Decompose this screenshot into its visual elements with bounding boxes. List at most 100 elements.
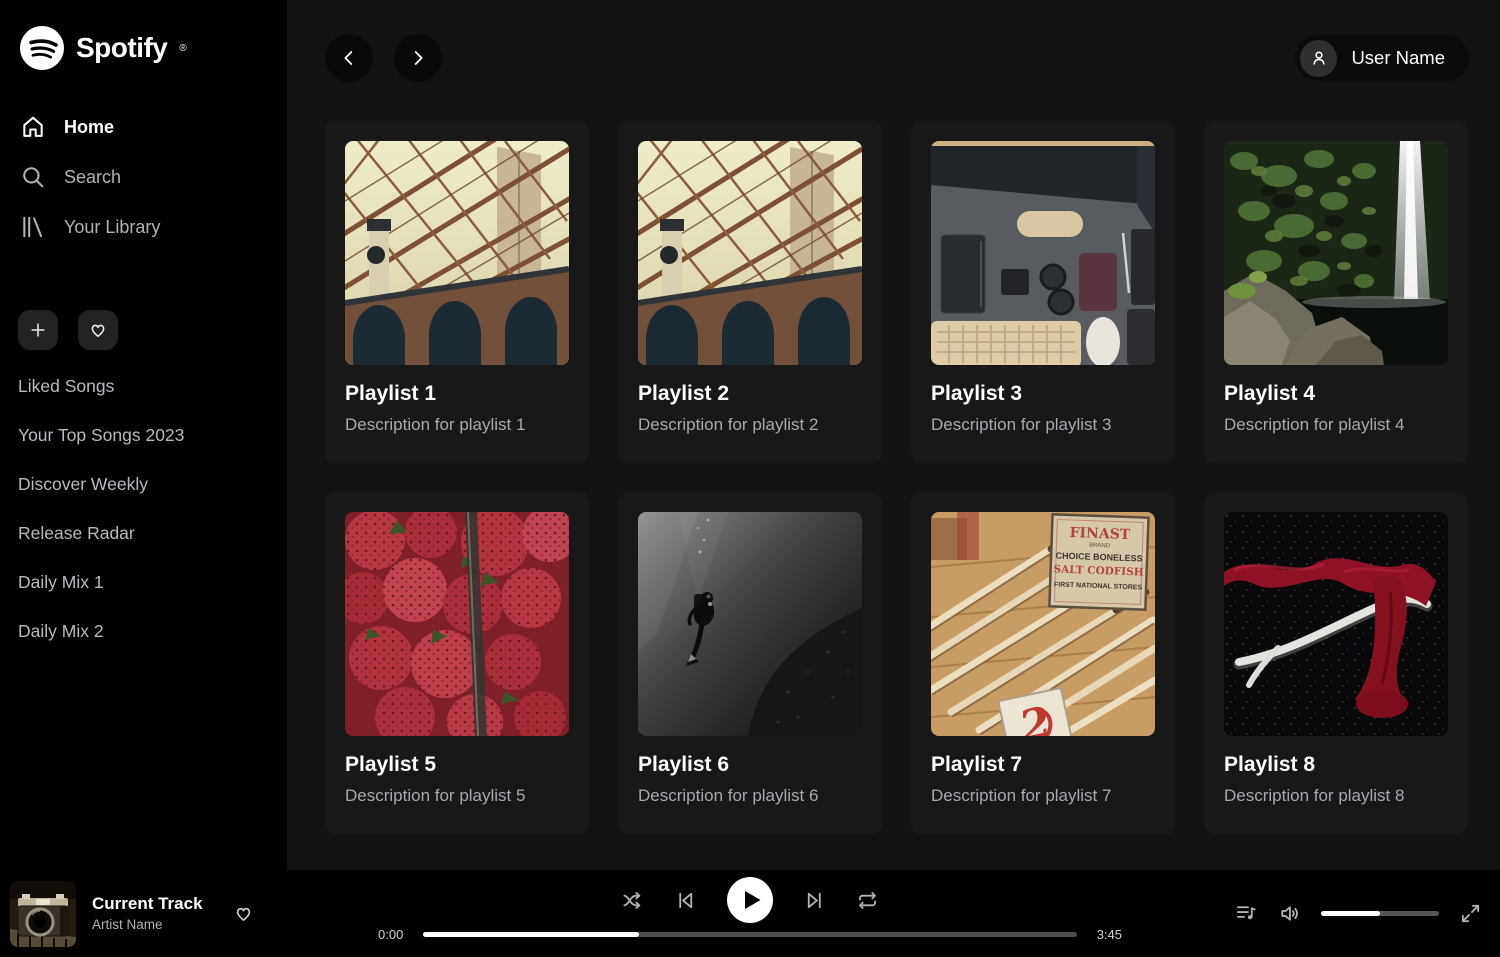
- person-icon: [1309, 48, 1329, 68]
- sidebar-item-label: Search: [64, 167, 121, 188]
- create-playlist-button[interactable]: [18, 310, 58, 350]
- next-track-button[interactable]: [803, 889, 826, 912]
- playlist-title: Playlist 1: [345, 382, 569, 406]
- sidebar-playlist-release-radar[interactable]: Release Radar: [18, 509, 269, 558]
- playlist-title: Playlist 7: [931, 753, 1155, 777]
- avatar: [1300, 40, 1337, 77]
- forward-button[interactable]: [394, 34, 442, 82]
- playlist-grid: Playlist 1 Description for playlist 1 Pl…: [325, 121, 1469, 834]
- user-name: User Name: [1351, 47, 1445, 69]
- playlist-cover-image: [1224, 512, 1448, 736]
- player-center: 0:00 3:45: [378, 875, 1122, 942]
- player-bar: Current Track Artist Name: [0, 870, 1500, 957]
- now-playing-info: Current Track Artist Name: [10, 881, 370, 947]
- sidebar-playlist-daily-mix-1[interactable]: Daily Mix 1: [18, 558, 269, 607]
- sidebar-item-label: Home: [64, 117, 114, 138]
- sidebar-actions: [18, 310, 269, 350]
- playlist-title: Playlist 2: [638, 382, 862, 406]
- skip-forward-icon: [803, 889, 826, 912]
- queue-button[interactable]: [1235, 902, 1258, 925]
- back-button[interactable]: [325, 34, 373, 82]
- fullscreen-button[interactable]: [1459, 902, 1482, 925]
- playlist-description: Description for playlist 4: [1224, 415, 1448, 435]
- library-icon: [20, 214, 46, 240]
- volume-button[interactable]: [1278, 902, 1301, 925]
- top-bar: User Name: [325, 34, 1469, 82]
- sidebar-item-your-library[interactable]: Your Library: [18, 202, 269, 252]
- sidebar-playlist-your-top-songs[interactable]: Your Top Songs 2023: [18, 411, 269, 460]
- playlist-description: Description for playlist 2: [638, 415, 862, 435]
- registered-mark: ®: [179, 43, 186, 54]
- total-duration: 3:45: [1090, 927, 1122, 942]
- sidebar-item-home[interactable]: Home: [18, 102, 269, 152]
- playlist-description: Description for playlist 6: [638, 786, 862, 806]
- sidebar-playlist-list: Liked Songs Your Top Songs 2023 Discover…: [18, 362, 269, 656]
- chevron-left-icon: [338, 47, 360, 69]
- sidebar-playlist-daily-mix-2[interactable]: Daily Mix 2: [18, 607, 269, 656]
- player-right-controls: [1235, 902, 1486, 925]
- like-track-button[interactable]: [233, 903, 254, 924]
- elapsed-time: 0:00: [378, 927, 410, 942]
- play-icon: [727, 877, 773, 923]
- spotify-logo-icon: [20, 26, 64, 70]
- playlist-cover-image: [1224, 141, 1448, 365]
- skip-back-icon: [674, 889, 697, 912]
- volume-icon: [1278, 902, 1301, 925]
- playlist-title: Playlist 5: [345, 753, 569, 777]
- search-icon: [20, 164, 46, 190]
- brand-name: Spotify: [76, 32, 167, 64]
- expand-icon: [1459, 902, 1482, 925]
- playlist-cover-image: [638, 512, 862, 736]
- playlist-card-7[interactable]: Playlist 7 Description for playlist 7: [911, 492, 1175, 834]
- volume-slider[interactable]: [1321, 911, 1439, 916]
- main-content: User Name Playlist 1 Description for pla…: [287, 0, 1500, 870]
- queue-icon: [1235, 902, 1258, 925]
- user-menu-button[interactable]: User Name: [1295, 35, 1469, 81]
- playlist-title: Playlist 8: [1224, 753, 1448, 777]
- progress-row: 0:00 3:45: [378, 927, 1122, 942]
- play-button[interactable]: [727, 877, 773, 923]
- playlist-description: Description for playlist 3: [931, 415, 1155, 435]
- playlist-description: Description for playlist 8: [1224, 786, 1448, 806]
- seek-bar-fill: [423, 932, 639, 937]
- playlist-description: Description for playlist 7: [931, 786, 1155, 806]
- playlist-card-5[interactable]: Playlist 5 Description for playlist 5: [325, 492, 589, 834]
- playlist-description: Description for playlist 5: [345, 786, 569, 806]
- plus-icon: [28, 320, 48, 340]
- volume-slider-fill: [1321, 911, 1380, 916]
- spotify-logo: Spotify ®: [18, 22, 269, 74]
- liked-songs-button[interactable]: [78, 310, 118, 350]
- heart-icon: [233, 903, 254, 924]
- shuffle-button[interactable]: [621, 889, 644, 912]
- sidebar-item-search[interactable]: Search: [18, 152, 269, 202]
- sidebar: Spotify ® Home Search Your Library: [0, 0, 287, 870]
- playlist-title: Playlist 4: [1224, 382, 1448, 406]
- chevron-right-icon: [407, 47, 429, 69]
- playlist-title: Playlist 3: [931, 382, 1155, 406]
- playlist-title: Playlist 6: [638, 753, 862, 777]
- playlist-cover-image: [345, 512, 569, 736]
- sidebar-playlist-liked-songs[interactable]: Liked Songs: [18, 362, 269, 411]
- heart-icon: [88, 320, 108, 340]
- playlist-card-4[interactable]: Playlist 4 Description for playlist 4: [1204, 121, 1468, 463]
- playlist-card-2[interactable]: Playlist 2 Description for playlist 2: [618, 121, 882, 463]
- previous-track-button[interactable]: [674, 889, 697, 912]
- seek-bar[interactable]: [423, 932, 1077, 937]
- primary-nav: Home Search Your Library: [18, 102, 269, 252]
- playlist-cover-image: [931, 141, 1155, 365]
- playlist-card-6[interactable]: Playlist 6 Description for playlist 6: [618, 492, 882, 834]
- playlist-card-1[interactable]: Playlist 1 Description for playlist 1: [325, 121, 589, 463]
- sidebar-item-label: Your Library: [64, 217, 160, 238]
- home-icon: [20, 114, 46, 140]
- playlist-card-8[interactable]: Playlist 8 Description for playlist 8: [1204, 492, 1468, 834]
- repeat-button[interactable]: [856, 889, 879, 912]
- track-title: Current Track: [92, 893, 203, 914]
- playlist-card-3[interactable]: Playlist 3 Description for playlist 3: [911, 121, 1175, 463]
- repeat-icon: [856, 889, 879, 912]
- playlist-cover-image: [638, 141, 862, 365]
- playback-controls: [621, 875, 879, 925]
- spotify-app: Spotify ® Home Search Your Library: [0, 0, 1500, 957]
- playlist-description: Description for playlist 1: [345, 415, 569, 435]
- artist-name: Artist Name: [92, 917, 203, 934]
- sidebar-playlist-discover-weekly[interactable]: Discover Weekly: [18, 460, 269, 509]
